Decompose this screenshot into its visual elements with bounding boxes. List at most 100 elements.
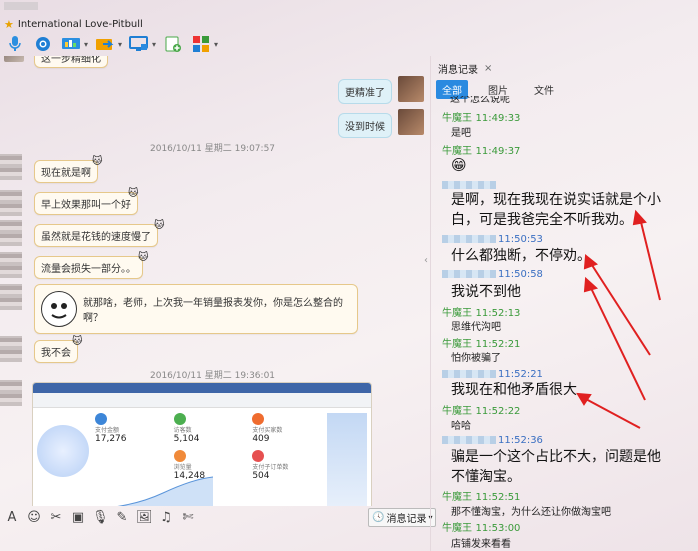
- signature-text: International Love-Pitbull: [17, 19, 143, 30]
- record-header: 牛魔王 11:52:22: [442, 406, 521, 417]
- record-text: 骗是一个这个占比不大，问题是他不懂淘宝。: [451, 449, 661, 485]
- close-icon[interactable]: ×: [484, 63, 492, 74]
- record-text: 那不懂淘宝，为什么还让你做淘宝吧: [451, 507, 611, 518]
- screen-share-icon[interactable]: [60, 34, 82, 54]
- screenshot-icon[interactable]: ✄: [180, 510, 196, 525]
- record-text: 我现在和他矛盾很大: [451, 382, 577, 398]
- message-bubble: 虽然就是花钱的速度慢了: [34, 224, 158, 247]
- message-history-label: 消息记录: [386, 514, 427, 525]
- blurred-name: [442, 370, 496, 378]
- filter-files[interactable]: 文件: [528, 80, 560, 99]
- video-icon[interactable]: ▣: [70, 510, 86, 525]
- message-text: 早上效果那叫一个好: [41, 200, 131, 211]
- avatar: [0, 252, 22, 278]
- record-text: 我说不到他: [451, 284, 521, 300]
- file-transfer-icon[interactable]: [94, 34, 116, 54]
- annotation-arrow: [583, 397, 641, 429]
- tab-message-history[interactable]: 消息记录 ×: [438, 61, 492, 76]
- blurred-name: [442, 181, 496, 189]
- record-text: 这个怎么说呢: [450, 96, 510, 104]
- message-bubble: 就那啥，老师，上次我一年销量报表发你，你是怎么整合的啊？: [34, 284, 358, 334]
- message-text: 就那啥，老师，上次我一年销量报表发你，你是怎么整合的啊？: [83, 298, 343, 324]
- avatar: [398, 109, 424, 135]
- cat-emoji-icon: 🐱: [92, 156, 103, 167]
- record-header: 牛魔王 11:52:51: [442, 492, 521, 503]
- avatar: [0, 284, 22, 310]
- emoji-icon[interactable]: ☺: [26, 510, 42, 525]
- image-icon[interactable]: 🖼: [136, 510, 153, 525]
- timestamp: 2016/10/11 星期二 19:07:57: [150, 144, 276, 154]
- record-header: 牛魔王 11:53:00: [442, 523, 521, 534]
- history-record: 这个怎么说呢: [450, 96, 530, 104]
- chevron-down-icon[interactable]: ▾: [214, 40, 218, 49]
- chevron-down-icon[interactable]: ▾: [84, 40, 88, 49]
- record-header: 11:50:53: [442, 232, 543, 245]
- arrowhead-icon: [583, 276, 599, 293]
- ad-banner: [327, 413, 367, 506]
- message-text: 更精准了: [345, 88, 385, 99]
- star-icon: ★: [4, 18, 14, 31]
- record-text: 店铺发来看看: [451, 539, 511, 550]
- record-text: 思维代沟吧: [451, 322, 501, 333]
- screenshot-nav: [33, 393, 371, 408]
- message-bubble-sent: 更精准了: [338, 79, 392, 104]
- scissors-icon[interactable]: ✂: [48, 510, 64, 525]
- record-text: 是吧: [451, 128, 471, 139]
- message-text: 现在就是啊: [41, 168, 91, 179]
- annotation-arrow: [589, 285, 646, 401]
- avatar: [4, 56, 24, 62]
- grin-emoji-icon: 😁: [451, 156, 467, 174]
- chevron-down-icon[interactable]: ▾: [118, 40, 122, 49]
- blurred-name: [442, 235, 496, 243]
- avatar: [0, 154, 22, 180]
- record-header: 11:50:58: [442, 267, 543, 280]
- avatar: [0, 380, 22, 406]
- message-text: 虽然就是花钱的速度慢了: [41, 232, 151, 243]
- chevron-down-icon[interactable]: ▾: [152, 40, 156, 49]
- record-header: 牛魔王 11:52:13: [442, 308, 521, 319]
- message-history-button[interactable]: 🕓 消息记录 ▾: [368, 508, 437, 527]
- stat-card: 支付子订单数 504: [252, 450, 325, 481]
- screenshot-header: [33, 383, 371, 393]
- message-text: 流量会损失一部分。。: [41, 264, 136, 275]
- add-app-icon[interactable]: [162, 34, 184, 54]
- record-header: 11:52:21: [442, 367, 543, 380]
- clock-icon: 🕓: [372, 512, 385, 523]
- annotation-arrow: [639, 217, 661, 301]
- blurred-name: [442, 270, 496, 278]
- record-header: 牛魔王 11:49:33: [442, 113, 521, 124]
- edit-icon[interactable]: ✎: [114, 510, 130, 525]
- chat-header: ★ International Love-Pitbull ▾ ▾ ▾ ▾: [0, 0, 430, 60]
- apps-grid-icon[interactable]: [190, 34, 212, 54]
- cat-emoji-icon: 🐱: [128, 188, 139, 199]
- meme-face-icon: [41, 291, 77, 327]
- chat-toolbar: ▾ ▾ ▾ ▾: [4, 34, 218, 54]
- remote-desktop-icon[interactable]: [128, 34, 150, 54]
- music-icon[interactable]: ♫: [158, 510, 174, 525]
- message-text: 没到时候: [345, 122, 385, 133]
- avatar: [0, 220, 22, 246]
- arrowhead-icon: [576, 392, 592, 406]
- chat-message-area[interactable]: 这一步精细化 更精准了 没到时候 2016/10/11 星期二 19:07:57…: [0, 56, 430, 506]
- microphone-icon[interactable]: [4, 34, 26, 54]
- tab-label: 消息记录: [438, 65, 478, 76]
- cat-emoji-icon: 🐱: [138, 252, 149, 263]
- record-text: 哈哈: [451, 421, 471, 432]
- cat-emoji-icon: 🐱: [72, 336, 83, 347]
- microphone-icon[interactable]: 🎙: [92, 510, 109, 525]
- font-icon[interactable]: A: [4, 510, 20, 525]
- record-header: 11:52:36: [442, 433, 543, 446]
- screenshot-image-message[interactable]: 支付金额 17,276 访客数 5,104 支付买家数 409 浏览量 14,248 支…: [32, 382, 372, 506]
- collapse-arrow-icon[interactable]: ‹: [424, 255, 428, 266]
- panel-divider: [430, 56, 431, 551]
- message-bubble-sent: 没到时候: [338, 113, 392, 138]
- avatar: [398, 76, 424, 102]
- message-bubble: 早上效果那叫一个好: [34, 192, 138, 215]
- shop-logo-icon: [37, 425, 89, 477]
- message-bubble: 流量会损失一部分。。: [34, 256, 143, 279]
- record-text: 什么都独断，不停劝。: [451, 248, 591, 264]
- contact-name-blurred: [4, 2, 38, 10]
- stat-card: 支付买家数 409: [252, 413, 325, 444]
- message-text: 我不会: [41, 348, 71, 359]
- camera-icon[interactable]: [32, 34, 54, 54]
